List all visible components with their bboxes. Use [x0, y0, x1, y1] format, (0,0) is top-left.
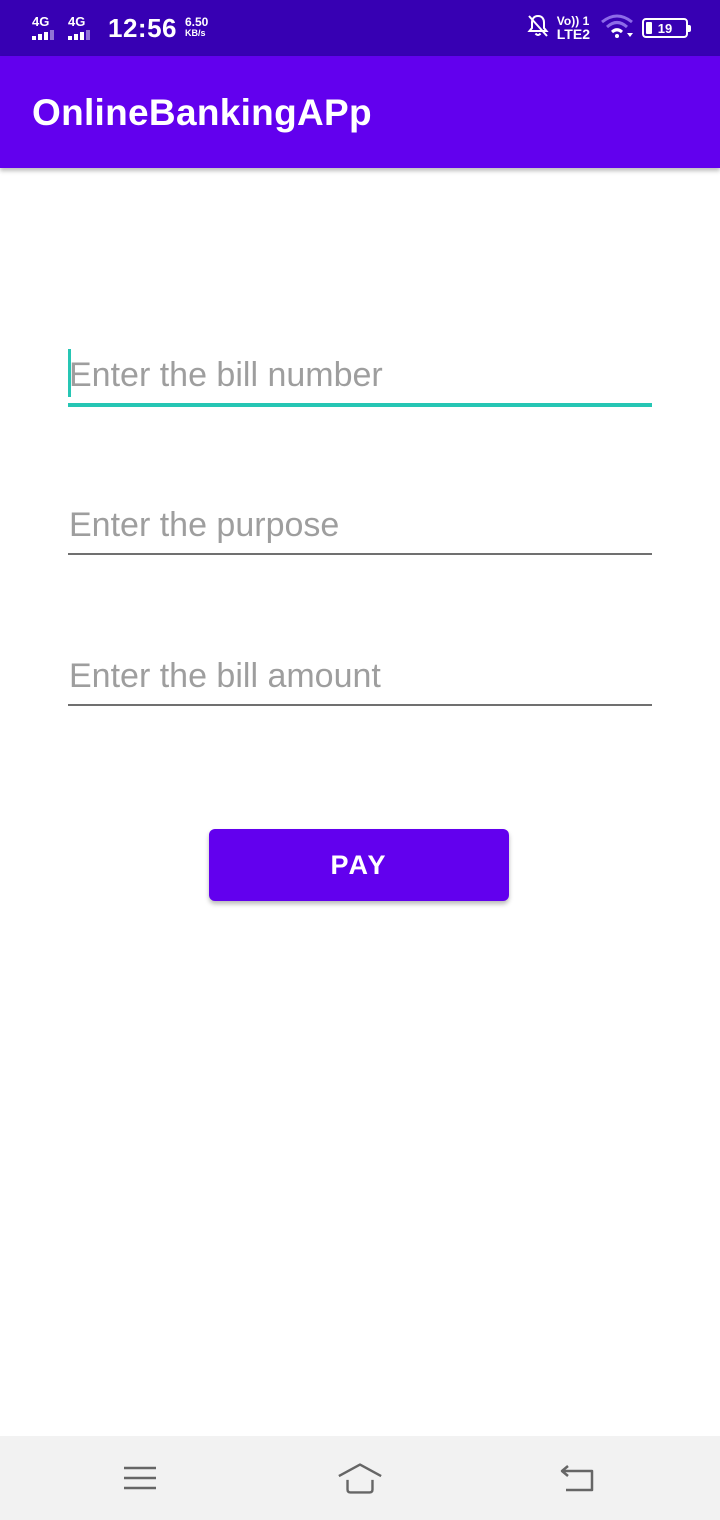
battery-level: 19 — [657, 20, 673, 36]
signal-1-icon: 4G — [30, 13, 60, 43]
home-icon[interactable] — [336, 1456, 384, 1500]
network-speed: 6.50 KB/s — [185, 15, 209, 39]
speed-value: 6.50 — [185, 15, 209, 29]
wifi-icon — [600, 13, 634, 44]
battery-indicator: 19 — [642, 18, 691, 38]
status-left: 4G 4G 12:56 6.50 KB/s — [30, 10, 208, 46]
bill-number-input[interactable] — [68, 347, 652, 403]
navigation-bar — [0, 1436, 720, 1520]
network-1-label: 4G — [32, 14, 50, 29]
text-cursor — [68, 349, 71, 397]
network-2-label: 4G — [68, 14, 86, 29]
bill-amount-input[interactable] — [68, 648, 652, 704]
speed-unit: KB/s — [185, 28, 206, 38]
purpose-underline — [68, 553, 652, 555]
bill-number-underline — [68, 403, 652, 407]
bill-number-field[interactable] — [68, 347, 652, 407]
notifications-off-icon — [527, 14, 549, 43]
app-bar: OnlineBankingAPp — [0, 56, 720, 168]
volte-bottom: LTE2 — [556, 26, 590, 42]
status-right: Vo)) 1 LTE2 19 — [527, 12, 691, 44]
status-bar: 4G 4G 12:56 6.50 KB/s Vo)) 1 LTE2 19 — [0, 0, 720, 56]
bill-amount-underline — [68, 704, 652, 706]
volte-indicator: Vo)) 1 LTE2 — [556, 15, 590, 42]
clock: 12:56 — [108, 12, 177, 43]
menu-icon[interactable] — [116, 1456, 164, 1500]
purpose-input[interactable] — [68, 497, 652, 553]
bill-amount-field[interactable] — [68, 648, 652, 706]
signal-2-icon: 4G — [66, 13, 96, 43]
back-icon[interactable] — [554, 1456, 602, 1500]
app-title: OnlineBankingAPp — [32, 92, 372, 133]
pay-button[interactable]: PAY — [209, 829, 509, 901]
purpose-field[interactable] — [68, 497, 652, 555]
